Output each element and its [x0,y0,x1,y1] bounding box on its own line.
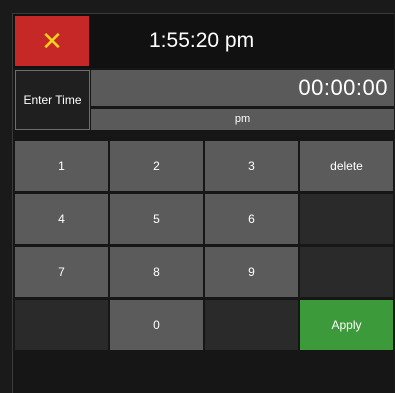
key-1[interactable]: 1 [15,141,108,191]
key-2[interactable]: 2 [110,141,203,191]
key-3[interactable]: 3 [205,141,298,191]
empty-key [300,247,393,297]
apply-button[interactable]: Apply [300,300,393,350]
key-8[interactable]: 8 [110,247,203,297]
time-entry-panel: ✕ 1:55:20 pm Enter Time 00:00:00 pm 1 2 … [12,13,394,393]
header-bar: ✕ 1:55:20 pm [13,14,394,68]
enter-time-label: Enter Time [15,70,90,130]
close-icon: ✕ [41,26,63,56]
keypad: 1 2 3 delete 4 5 6 7 8 9 0 Apply [15,141,394,350]
empty-key [300,194,393,244]
key-4[interactable]: 4 [15,194,108,244]
key-5[interactable]: 5 [110,194,203,244]
ampm-toggle[interactable]: pm [91,109,394,130]
key-0[interactable]: 0 [110,300,203,350]
close-button[interactable]: ✕ [15,16,89,66]
key-7[interactable]: 7 [15,247,108,297]
delete-button[interactable]: delete [300,141,393,191]
time-input-field[interactable]: 00:00:00 [91,70,394,106]
key-6[interactable]: 6 [205,194,298,244]
empty-key [205,300,298,350]
current-time: 1:55:20 pm [149,29,255,52]
empty-key [15,300,108,350]
key-9[interactable]: 9 [205,247,298,297]
